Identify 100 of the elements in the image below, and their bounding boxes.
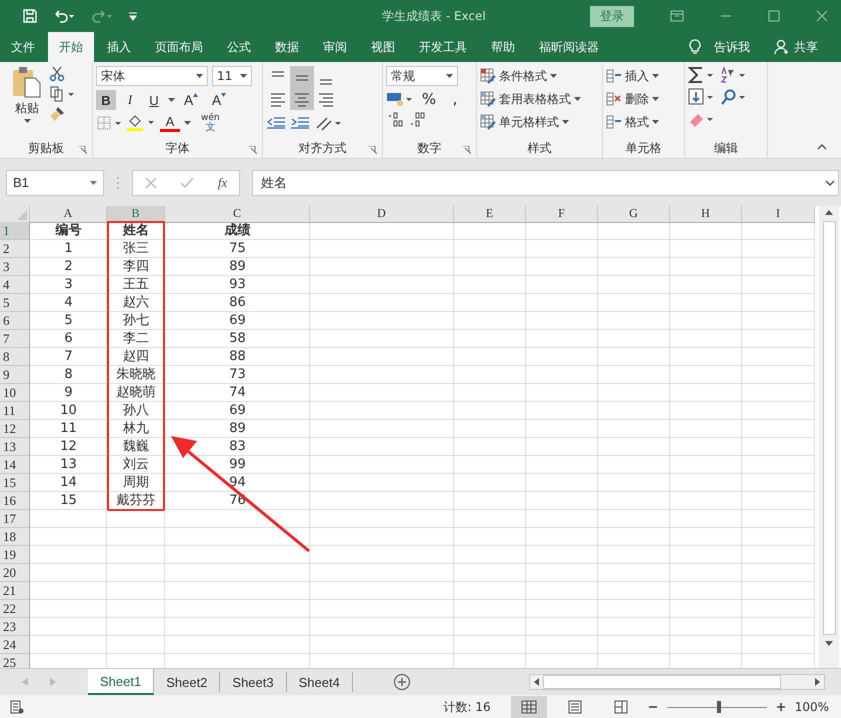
percent-button[interactable]: % [418,90,440,108]
font-name-field[interactable]: 宋体 [96,66,208,86]
column-header[interactable]: D [310,206,454,223]
column-header[interactable]: G [598,206,670,223]
ribbon-tab[interactable]: 插入 [96,32,142,62]
ribbon-tab[interactable]: 视图 [360,32,406,62]
border-icon[interactable] [96,115,122,131]
styles-menu-button[interactable]: 条件格式 [480,66,599,86]
align-button[interactable] [290,66,314,88]
ribbon-tab[interactable]: 公式 [216,32,262,62]
row-header[interactable]: 9 [0,366,30,384]
launcher-icon[interactable] [79,146,87,154]
scroll-right-icon[interactable] [815,678,820,686]
column-header[interactable]: F [526,206,598,223]
tell-me-button[interactable]: 告诉我 [703,32,761,62]
sheet-tab[interactable]: Sheet4 [286,672,353,692]
lightbulb-icon[interactable] [689,39,701,55]
column-header[interactable]: A [30,206,107,223]
scroll-left-icon[interactable] [534,678,539,686]
row-header[interactable]: 15 [0,474,30,492]
grow-font-button[interactable]: A [179,90,203,110]
name-box[interactable]: B1 [6,170,104,196]
collapse-ribbon-icon[interactable] [817,144,827,150]
row-header[interactable]: 6 [0,312,30,330]
ribbon-tab[interactable]: 页面布局 [144,32,214,62]
paste-button[interactable]: 粘贴 [11,66,43,138]
row-header[interactable]: 24 [0,636,30,654]
sheet-tab[interactable]: Sheet3 [220,672,287,692]
zoom-slider-thumb[interactable] [716,701,721,713]
scroll-down-icon[interactable] [825,641,833,646]
vertical-scrollbar[interactable] [819,206,839,668]
fill-color-icon[interactable] [126,114,156,132]
ribbon-tab[interactable]: 福昕阅读器 [528,32,610,62]
format-button[interactable]: B [96,90,116,110]
share-button[interactable]: 共享 [763,32,829,62]
row-header[interactable]: 7 [0,330,30,348]
customize-icon[interactable] [128,10,138,22]
decrease-decimal-icon[interactable] [408,112,426,128]
row-header[interactable]: 19 [0,546,30,564]
font-color-button[interactable]: A [160,114,180,132]
row-header[interactable]: 2 [0,240,30,258]
formula-field[interactable]: 姓名 [252,170,839,196]
ribbon-tab[interactable]: 开始 [48,32,94,62]
row-header[interactable]: 17 [0,510,30,528]
format-button[interactable]: U [144,90,164,110]
fill-down-icon[interactable] [688,88,716,106]
brush-icon[interactable] [49,106,65,122]
row-header[interactable]: 16 [0,492,30,510]
cells-menu-button[interactable]: 格式 [606,112,681,132]
check-icon[interactable] [180,176,194,188]
search-icon[interactable] [720,88,748,106]
ribbon-tab[interactable]: 数据 [264,32,310,62]
ribbon-tab[interactable]: 帮助 [480,32,526,62]
sheet-tab[interactable]: Sheet1 [88,669,154,695]
caret-icon[interactable] [168,98,175,102]
copy-icon[interactable] [49,86,75,102]
row-header[interactable]: 11 [0,402,30,420]
maximize-icon[interactable] [768,10,780,22]
row-header[interactable]: 12 [0,420,30,438]
launcher-icon[interactable] [463,146,471,154]
column-header[interactable]: H [670,206,742,223]
comma-button[interactable]: , [444,90,466,108]
close-icon[interactable] [816,10,828,22]
row-header[interactable]: 21 [0,582,30,600]
launcher-icon[interactable] [369,146,377,154]
launcher-icon[interactable] [249,146,257,154]
drag-handle-icon[interactable] [116,176,120,190]
zoom-in-icon[interactable] [776,703,785,711]
increase-decimal-icon[interactable] [386,112,404,128]
row-header[interactable]: 1 [0,222,30,240]
font-size-field[interactable]: 11 [212,66,252,86]
scroll-up-icon[interactable] [825,210,833,215]
styles-menu-button[interactable]: 单元格样式 [480,112,599,132]
sort-filter-icon[interactable] [720,66,748,84]
ribbon-tab[interactable]: 开发工具 [408,32,478,62]
expand-icon[interactable] [825,180,835,186]
row-header[interactable]: 14 [0,456,30,474]
styles-menu-button[interactable]: 套用表格格式 [480,89,599,109]
indent-increase-icon[interactable] [290,115,310,131]
add-sheet-icon[interactable] [392,673,411,691]
caret-icon[interactable] [184,121,191,125]
row-header[interactable]: 23 [0,618,30,636]
view-button[interactable] [510,696,547,718]
sum-icon[interactable] [688,66,716,84]
row-header[interactable]: 8 [0,348,30,366]
horizontal-scrollbar[interactable] [529,674,825,690]
sheet-tab[interactable]: Sheet2 [154,672,220,692]
cells-menu-button[interactable]: 插入 [606,66,681,86]
shrink-font-button[interactable]: A [207,90,231,110]
ribbon-tab[interactable]: 文件 [0,32,46,62]
scissors-icon[interactable] [49,66,65,82]
ribbon-display-icon[interactable] [670,10,684,22]
row-header[interactable]: 20 [0,564,30,582]
zoom-out-icon[interactable] [648,703,657,711]
cells-menu-button[interactable]: 删除 [606,89,681,109]
row-header[interactable]: 3 [0,258,30,276]
format-button[interactable]: I [120,90,140,110]
column-header[interactable]: I [742,206,815,223]
macro-record-icon[interactable] [10,700,24,714]
phonetic-button[interactable]: wén 文 [201,114,220,132]
